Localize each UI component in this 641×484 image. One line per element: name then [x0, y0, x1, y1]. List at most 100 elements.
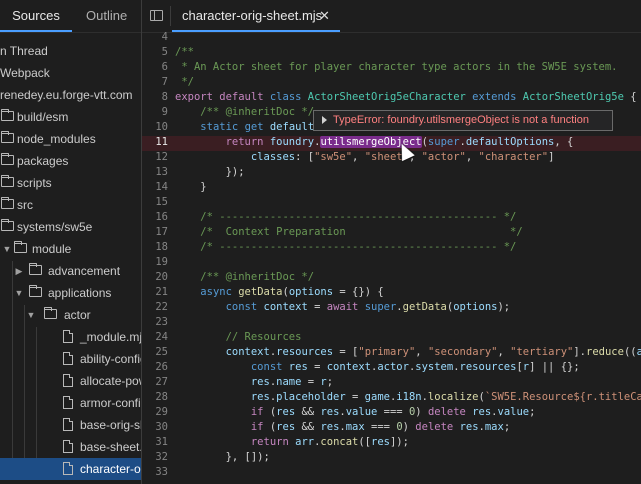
tree-item-base-sheet[interactable]: base-sheet.mjs [0, 436, 141, 458]
line-number: 25 [155, 346, 168, 358]
tab-outline[interactable]: Outline [86, 0, 127, 32]
line-number: 9 [161, 106, 168, 118]
line-number: 15 [155, 196, 168, 208]
code-line[interactable]: /* -------------------------------------… [175, 241, 516, 253]
code-line[interactable]: /* Context Preparation */ [175, 226, 522, 238]
code-line[interactable]: }); [175, 166, 245, 178]
line-number: 20 [155, 271, 168, 283]
code-line[interactable]: }, []); [175, 451, 270, 463]
file-icon [63, 418, 73, 431]
tab-sources[interactable]: Sources [0, 0, 72, 32]
tree-item-base-orig-sheet[interactable]: base-orig-sheet [0, 414, 141, 436]
expand-triangle-icon[interactable] [322, 116, 327, 124]
code-line[interactable]: classes: ["sw5e", "sheet", "actor", "cha… [175, 151, 555, 163]
sources-sidebar: Sources Outline n Thread Webpack renedey… [0, 0, 141, 484]
file-icon [63, 374, 73, 387]
file-icon [63, 462, 73, 475]
code-line[interactable]: context.resources = ["primary", "seconda… [175, 346, 641, 358]
tree-item-src[interactable]: src [0, 194, 141, 216]
line-number: 28 [155, 391, 168, 403]
line-number: 18 [155, 241, 168, 253]
chevron-right-icon[interactable]: ▶ [14, 260, 24, 282]
folder-icon [1, 131, 14, 143]
tree-item-label: advancement [48, 264, 121, 278]
tree-item-label: scripts [17, 176, 52, 190]
code-editor[interactable]: character-orig-sheet.mjs ✕ 4 5 6 7 8 9 1… [142, 0, 641, 484]
line-number: 24 [155, 331, 168, 343]
tree-item-scripts[interactable]: scripts [0, 172, 141, 194]
tree-item-label: src [17, 198, 33, 212]
tree-item-ability-config[interactable]: ability-config [0, 348, 141, 370]
tree-item-build-esm[interactable]: build/esm [0, 106, 141, 128]
tree-item-label: ability-config [80, 352, 141, 366]
tree-item-label: base-sheet.mjs [80, 440, 141, 454]
tree-item-webpack[interactable]: Webpack [0, 62, 141, 84]
code-line[interactable]: export default class ActorSheetOrig5eCha… [175, 91, 637, 103]
folder-icon [1, 153, 14, 165]
tree-item-module-mjs[interactable]: _module.mjs [0, 326, 141, 348]
code-line[interactable]: /* -------------------------------------… [175, 211, 516, 223]
tree-item-allocate-power[interactable]: allocate-pow [0, 370, 141, 392]
tree-item-node-modules[interactable]: node_modules [0, 128, 141, 150]
code-line[interactable]: } [175, 181, 206, 193]
code-line[interactable]: /** @inheritDoc */ [175, 271, 314, 283]
tree-item-label: build/esm [17, 110, 69, 124]
code-line-error[interactable]: return foundry.utilsmergeObject(super.de… [175, 136, 573, 148]
tree-item-advancement[interactable]: ▶ advancement [0, 260, 141, 282]
tree-item-label: module [32, 242, 72, 256]
file-icon [63, 440, 73, 453]
code-line[interactable]: /** [175, 46, 194, 58]
line-number: 12 [155, 151, 168, 163]
code-line[interactable]: return arr.concat([res]); [175, 436, 409, 448]
line-number: 30 [155, 421, 168, 433]
tree-item-label: Webpack [0, 66, 50, 80]
code-line[interactable]: if (res && res.max === 0) delete res.max… [175, 421, 510, 433]
tree-item-label: systems/sw5e [17, 220, 93, 234]
tree-item-main-thread[interactable]: n Thread [0, 40, 141, 62]
code-line[interactable]: static get defaultO [175, 121, 320, 133]
code-line[interactable]: const res = context.actor.system.resourc… [175, 361, 580, 373]
chevron-down-icon[interactable]: ▼ [2, 238, 12, 260]
code-line[interactable]: res.name = r; [175, 376, 333, 388]
code-line[interactable]: * An Actor sheet for player character ty… [175, 61, 617, 73]
tree-item-label: armor-config [80, 396, 141, 410]
line-number: 29 [155, 406, 168, 418]
tree-item-systems-sw5e[interactable]: systems/sw5e [0, 216, 141, 238]
code-line[interactable]: // Resources [175, 331, 302, 343]
line-number: 21 [155, 286, 168, 298]
folder-icon [1, 197, 14, 209]
folder-icon [29, 285, 42, 297]
tab-title: character-orig-sheet.mjs [182, 8, 323, 23]
close-icon[interactable]: ✕ [319, 0, 330, 32]
line-number: 10 [155, 121, 168, 133]
tree-item-module[interactable]: ▼ module [0, 238, 141, 260]
tree-item-applications[interactable]: ▼ applications [0, 282, 141, 304]
code-line[interactable]: /** @inheritDoc */ [175, 106, 314, 118]
line-number: 14 [155, 181, 168, 193]
code-line[interactable]: if (res && res.value === 0) delete res.v… [175, 406, 536, 418]
error-tooltip[interactable]: TypeError: foundry.utilsmergeObject is n… [313, 110, 613, 131]
line-number: 27 [155, 376, 168, 388]
error-message: TypeError: foundry.utilsmergeObject is n… [333, 114, 589, 126]
tree-item-label: character-orig-sheet.mjs [80, 462, 141, 476]
tree-item-packages[interactable]: packages [0, 150, 141, 172]
tab-character-orig-sheet[interactable]: character-orig-sheet.mjs ✕ [172, 0, 340, 32]
toggle-sidebar-icon[interactable] [150, 10, 163, 21]
code-line[interactable]: */ [175, 76, 194, 88]
chevron-down-icon[interactable]: ▼ [26, 304, 36, 326]
tree-item-armor-config[interactable]: armor-config [0, 392, 141, 414]
tree-item-actor[interactable]: ▼ actor [0, 304, 141, 326]
file-icon [63, 330, 73, 343]
chevron-down-icon[interactable]: ▼ [14, 282, 24, 304]
tree-item-character-orig-sheet[interactable]: character-orig-sheet.mjs [0, 458, 141, 480]
tree-item-domain[interactable]: renedey.eu.forge-vtt.com [0, 84, 141, 106]
folder-icon [1, 175, 14, 187]
sidebar-tabs: Sources Outline [0, 0, 141, 33]
line-number: 7 [161, 76, 168, 88]
code-line[interactable]: const context = await super.getData(opti… [175, 301, 511, 313]
line-number: 23 [155, 316, 168, 328]
line-number: 22 [155, 301, 168, 313]
code-line[interactable]: async getData(options = {}) { [175, 286, 383, 298]
code-line[interactable]: res.placeholder = game.i18n.localize(`SW… [175, 391, 641, 403]
line-number: 17 [155, 226, 168, 238]
